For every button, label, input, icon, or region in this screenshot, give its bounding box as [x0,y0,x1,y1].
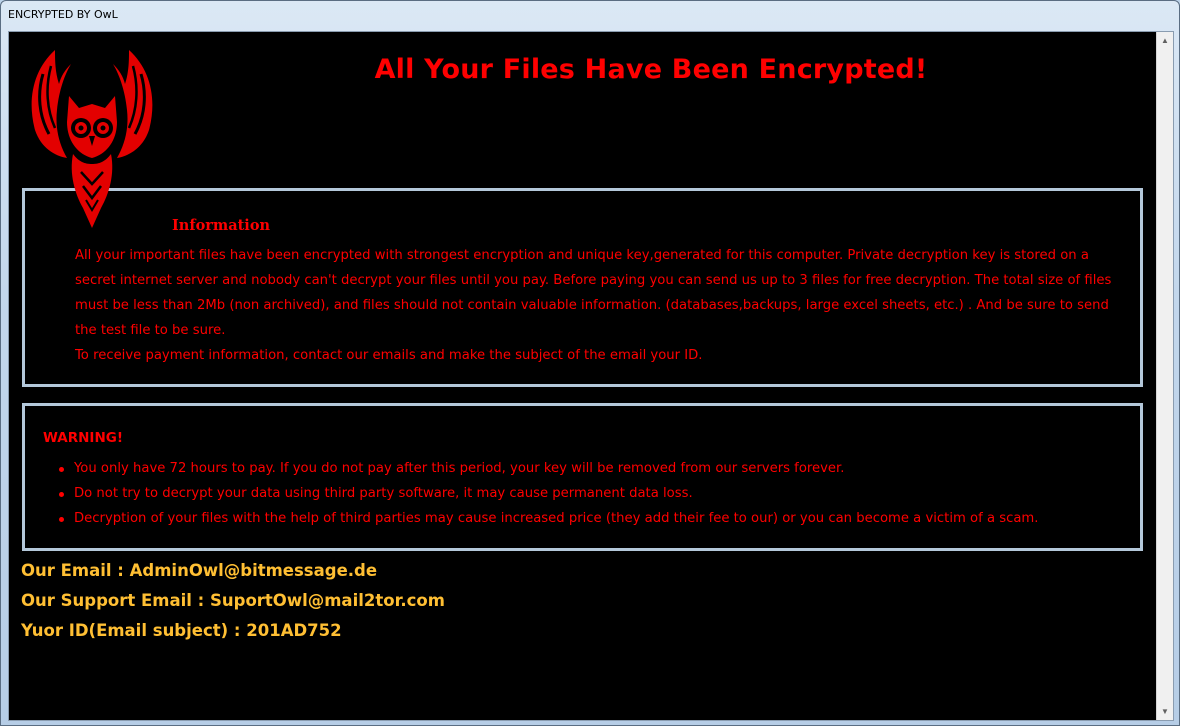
information-text: All your important files have been encry… [75,243,1125,368]
page-title: All Your Files Have Been Encrypted! [374,54,928,85]
information-title: Information [172,217,271,234]
warning-title: WARNING! [43,430,123,446]
vertical-scrollbar[interactable]: ▲ ▼ [1156,32,1173,720]
note-content: All Your Files Have Been Encrypted! Info… [9,32,1157,720]
warning-item: Decryption of your files with the help o… [57,506,1038,531]
victim-id: Yuor ID(Email subject) : 201AD752 [21,621,342,640]
warning-item: You only have 72 hours to pay. If you do… [57,456,1038,481]
contact-email: Our Email : AdminOwl@bitmessage.de [21,561,378,580]
scroll-down-arrow-icon[interactable]: ▼ [1157,703,1173,720]
warning-list: You only have 72 hours to pay. If you do… [57,456,1038,531]
owl-emblem-icon [31,50,153,228]
information-paragraph: All your important files have been encry… [75,248,1112,338]
information-panel: Information All your important files hav… [22,188,1143,387]
support-email: Our Support Email : SuportOwl@mail2tor.c… [21,591,445,610]
warning-panel: WARNING! You only have 72 hours to pay. … [22,403,1143,551]
warning-item: Do not try to decrypt your data using th… [57,481,1038,506]
window-title: ENCRYPTED BY OwL [8,8,118,21]
ransom-window: ENCRYPTED BY OwL All Your Files Have Bee… [0,0,1180,726]
scroll-up-arrow-icon[interactable]: ▲ [1157,32,1173,49]
ransom-note-view: All Your Files Have Been Encrypted! Info… [8,31,1174,721]
title-bar[interactable]: ENCRYPTED BY OwL [1,1,1179,31]
information-paragraph: To receive payment information, contact … [75,348,703,363]
